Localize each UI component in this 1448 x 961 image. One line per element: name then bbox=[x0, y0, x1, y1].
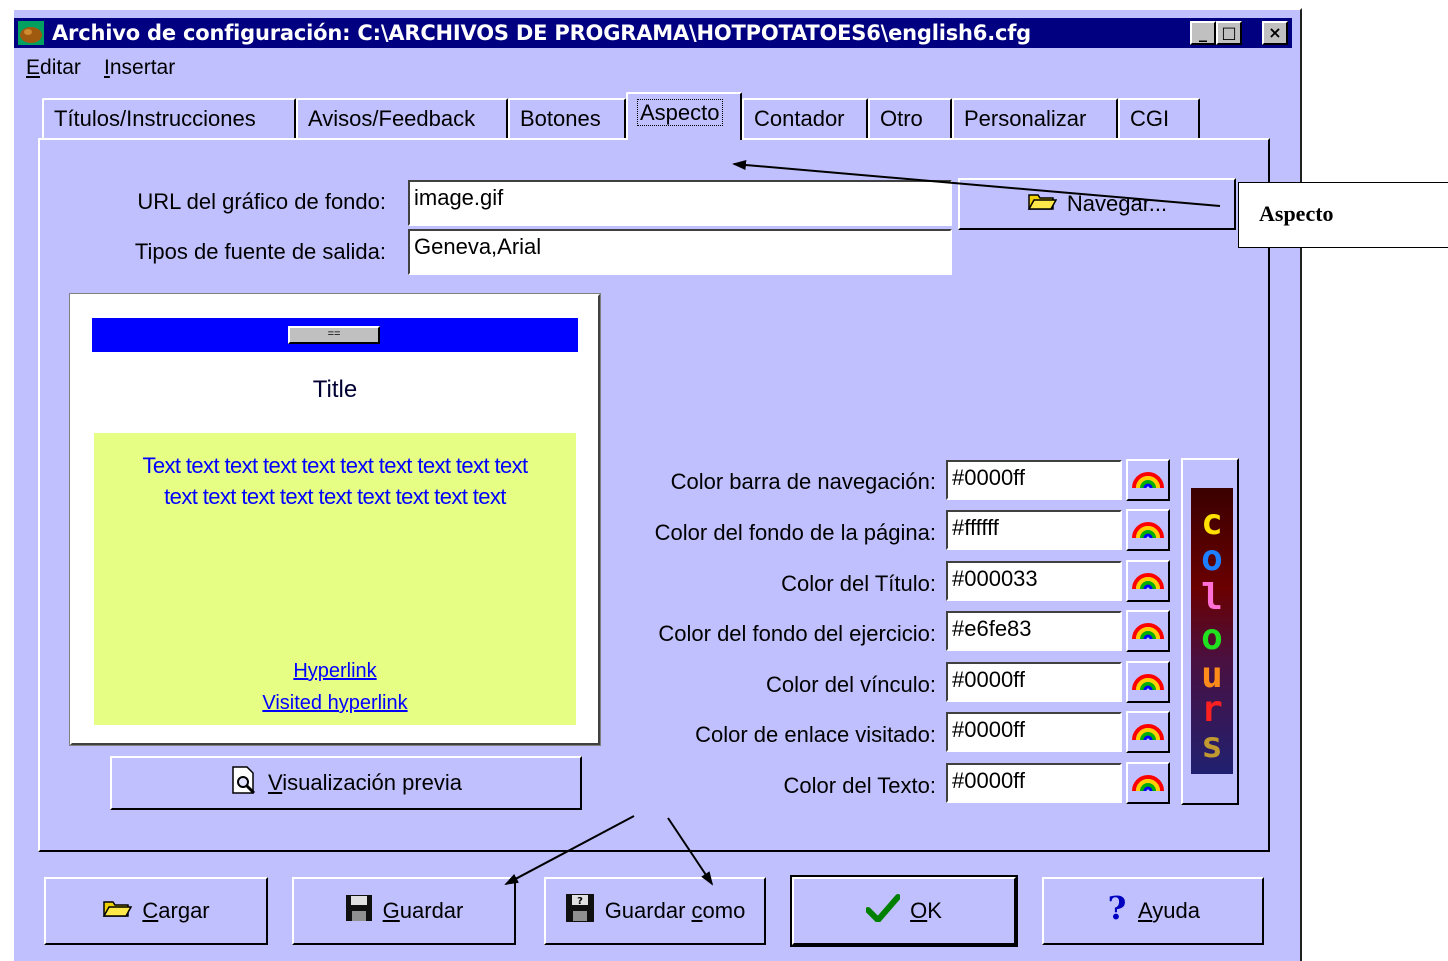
arrow-to-guardar bbox=[504, 815, 635, 885]
arrow-to-guardar-como bbox=[667, 817, 714, 886]
tab-aspecto[interactable]: Aspecto bbox=[626, 92, 742, 140]
annotation-arrows bbox=[504, 160, 1221, 886]
arrow-to-aspecto-tab bbox=[732, 160, 1221, 207]
